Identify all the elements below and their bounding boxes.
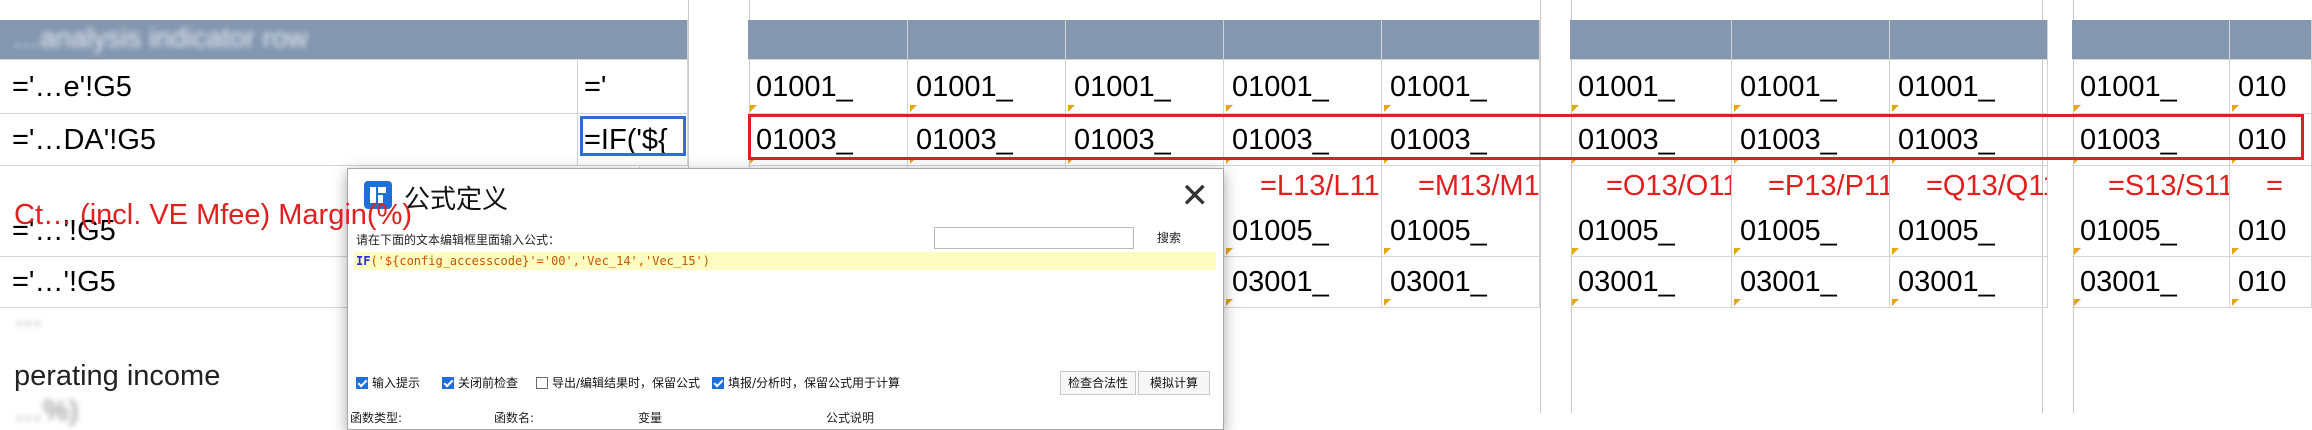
value-cell[interactable]: 01001_ bbox=[1890, 60, 2048, 114]
option-keep-formula-calc[interactable]: 填报/分析时，保留公式用于计算 bbox=[712, 374, 900, 391]
cell-marker-icon bbox=[1572, 299, 1579, 306]
cell-marker-icon bbox=[2232, 248, 2239, 255]
formula-cell[interactable]: ='…e'!G5 bbox=[0, 60, 578, 114]
cell-marker-icon bbox=[1226, 299, 1233, 306]
cell-marker-icon bbox=[1226, 248, 1233, 255]
dialog-title: 公式定义 bbox=[404, 185, 509, 215]
cell-marker-icon bbox=[2074, 248, 2081, 255]
cell-marker-icon bbox=[1226, 105, 1233, 112]
cell-marker-icon bbox=[910, 105, 917, 112]
value-cell[interactable]: =L13/L11 bbox=[1224, 166, 1382, 206]
option-check-on-close[interactable]: 关闭前检查 bbox=[442, 374, 518, 391]
header-left-text: …analysis indicator row bbox=[12, 24, 308, 53]
value-cell[interactable]: =O13/O11 bbox=[1570, 166, 1732, 206]
cell-marker-icon bbox=[1384, 299, 1391, 306]
option-input-hint[interactable]: 输入提示 bbox=[356, 374, 420, 391]
value-cell[interactable]: 01005_ bbox=[1224, 206, 1382, 257]
header-col bbox=[908, 20, 1066, 60]
checkbox-input-hint[interactable] bbox=[356, 377, 368, 389]
header-col bbox=[2072, 20, 2230, 60]
value-cell[interactable]: 010 bbox=[2230, 257, 2312, 308]
header-col bbox=[1890, 20, 2048, 60]
value-cell[interactable]: 01001_ bbox=[1066, 60, 1224, 114]
col-description: 公式说明 bbox=[826, 411, 875, 425]
highlight-box bbox=[748, 114, 2304, 160]
cell-marker-icon bbox=[2074, 299, 2081, 306]
header-col bbox=[1732, 20, 1890, 60]
col-variable: 变量 bbox=[638, 411, 663, 425]
value-cell[interactable]: 03001_ bbox=[1382, 257, 1540, 308]
formula-cell[interactable]: ='…DA'!G5 bbox=[0, 114, 578, 166]
value-cell[interactable]: 01001_ bbox=[1570, 60, 1732, 114]
active-cell-outline bbox=[580, 116, 686, 156]
cell-marker-icon bbox=[1734, 248, 1741, 255]
value-cell[interactable]: 01005_ bbox=[1732, 206, 1890, 257]
header-col bbox=[1382, 20, 1540, 60]
header-col bbox=[1570, 20, 1732, 60]
left-row-text: perating income bbox=[14, 360, 221, 392]
cell-marker-icon bbox=[1384, 105, 1391, 112]
value-cell[interactable]: 010 bbox=[2230, 60, 2312, 114]
formula-dialog: 公式定义 ✕ 请在下面的文本编辑框里面输入公式： 搜索 IF('${config… bbox=[347, 168, 1224, 430]
value-cell[interactable]: 01001_ bbox=[1224, 60, 1382, 114]
editor-hint: 请在下面的文本编辑框里面输入公式： bbox=[356, 233, 561, 247]
value-cell[interactable]: 01001_ bbox=[2072, 60, 2230, 114]
formula-args: ('${config_accesscode}'='00','Vec_14','V… bbox=[370, 254, 711, 268]
value-cell[interactable]: = bbox=[2230, 166, 2312, 206]
cell-marker-icon bbox=[1892, 105, 1899, 112]
value-cell[interactable]: 01001_ bbox=[748, 60, 908, 114]
red-row-label: Ct… (incl. VE Mfee) Margin(%) bbox=[14, 199, 413, 231]
cell-marker-icon bbox=[1734, 105, 1741, 112]
cell-marker-icon bbox=[1572, 248, 1579, 255]
cell-marker-icon bbox=[1734, 299, 1741, 306]
value-cell[interactable]: 03001_ bbox=[1570, 257, 1732, 308]
cell-marker-icon bbox=[1384, 248, 1391, 255]
header-col bbox=[1224, 20, 1382, 60]
column-gap bbox=[1540, 0, 1572, 413]
option-keep-formula-export[interactable]: 导出/编辑结果时，保留公式 bbox=[536, 374, 700, 391]
header-col bbox=[1066, 20, 1224, 60]
cell-marker-icon bbox=[1892, 248, 1899, 255]
value-cell[interactable]: =P13/P11 bbox=[1732, 166, 1890, 206]
col-function-type: 函数类型: bbox=[350, 411, 403, 425]
formula-function: IF bbox=[356, 254, 371, 268]
header-col bbox=[748, 20, 908, 60]
formula-line[interactable]: IF('${config_accesscode}'='00','Vec_14',… bbox=[354, 252, 1216, 270]
value-cell[interactable]: 03001_ bbox=[1890, 257, 2048, 308]
left-row-text: … bbox=[14, 300, 43, 332]
value-cell[interactable]: 01001_ bbox=[908, 60, 1066, 114]
value-cell[interactable]: =S13/S11 bbox=[2072, 166, 2230, 206]
cell-marker-icon bbox=[1068, 105, 1075, 112]
value-cell[interactable]: 010 bbox=[2230, 206, 2312, 257]
check-validity-button[interactable]: 检查合法性 bbox=[1060, 371, 1136, 395]
cell-marker-icon bbox=[2074, 105, 2081, 112]
cell-marker-icon bbox=[1892, 299, 1899, 306]
cell-marker-icon bbox=[2232, 105, 2239, 112]
value-cell[interactable]: 03001_ bbox=[1224, 257, 1382, 308]
checkbox-keep-formula-calc[interactable] bbox=[712, 377, 724, 389]
value-cell[interactable]: =M13/M11 bbox=[1382, 166, 1540, 206]
value-cell[interactable]: =Q13/Q11 bbox=[1890, 166, 2048, 206]
value-cell[interactable]: 01005_ bbox=[1890, 206, 2048, 257]
header-col bbox=[2230, 20, 2312, 60]
value-cell[interactable]: 01005_ bbox=[1382, 206, 1540, 257]
left-row-text: …%) bbox=[14, 395, 79, 427]
value-cell[interactable]: 01001_ bbox=[1732, 60, 1890, 114]
search-button[interactable]: 搜索 bbox=[1140, 227, 1198, 249]
value-cell[interactable]: 01005_ bbox=[1570, 206, 1732, 257]
cell-marker-icon bbox=[2232, 299, 2239, 306]
cell-marker-icon bbox=[750, 105, 757, 112]
value-cell[interactable]: 01005_ bbox=[2072, 206, 2230, 257]
checkbox-check-on-close[interactable] bbox=[442, 377, 454, 389]
close-icon[interactable]: ✕ bbox=[1181, 179, 1210, 213]
simulate-button[interactable]: 模拟计算 bbox=[1138, 371, 1210, 395]
cell-marker-icon bbox=[1572, 105, 1579, 112]
formula-cell[interactable]: =' bbox=[578, 60, 688, 114]
value-cell[interactable]: 03001_ bbox=[1732, 257, 1890, 308]
checkbox-keep-formula-export[interactable] bbox=[536, 377, 548, 389]
value-cell[interactable]: 01001_ bbox=[1382, 60, 1540, 114]
search-input[interactable] bbox=[934, 227, 1134, 249]
col-function-name: 函数名: bbox=[494, 411, 535, 425]
value-cell[interactable]: 03001_ bbox=[2072, 257, 2230, 308]
